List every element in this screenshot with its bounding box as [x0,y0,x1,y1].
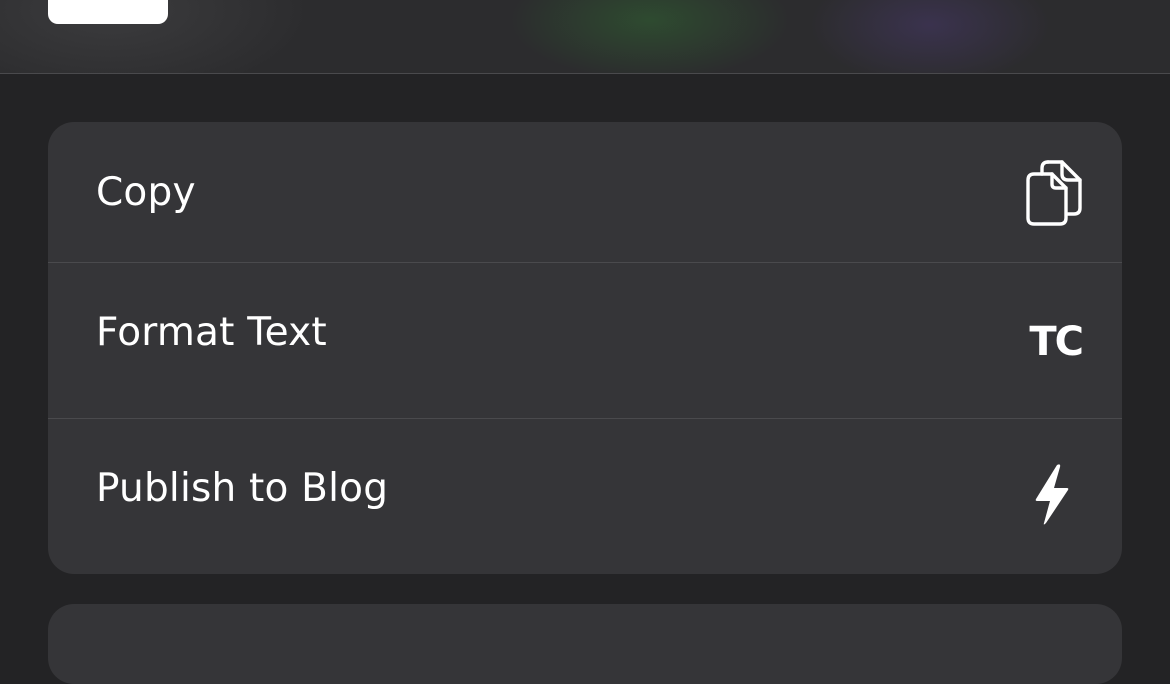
bolt-icon [1035,464,1069,525]
app-thumbnail[interactable] [48,0,168,24]
share-sheet-header [0,0,1170,74]
action-list: Copy Format Text TC Publish to Blog [48,122,1122,574]
action-copy[interactable]: Copy [48,122,1122,262]
action-format-text-label: Format Text [96,310,327,355]
copy-icon [1026,160,1082,226]
next-action-group [48,604,1122,684]
action-publish-to-blog[interactable]: Publish to Blog [48,418,1122,574]
text-case-icon: TC [1029,319,1084,365]
action-publish-to-blog-label: Publish to Blog [96,466,389,511]
action-copy-label: Copy [96,170,196,215]
action-format-text[interactable]: Format Text TC [48,262,1122,418]
